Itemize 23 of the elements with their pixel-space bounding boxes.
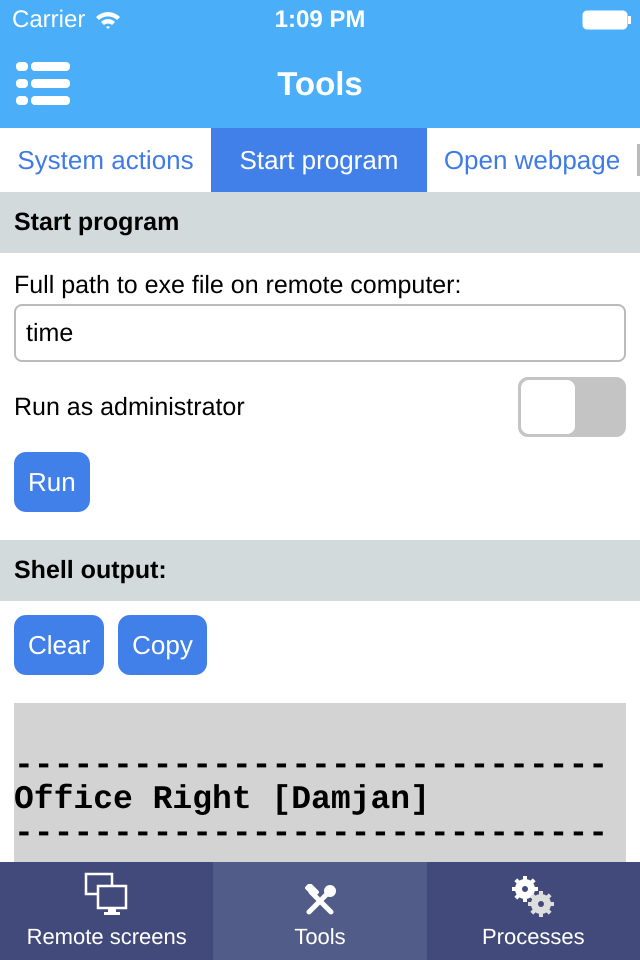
wifi-icon xyxy=(95,10,122,30)
tab[interactable]: Start program xyxy=(211,128,427,192)
output-line: Office Right [Damjan] xyxy=(14,783,431,817)
output-button[interactable]: Clear xyxy=(14,615,104,675)
menu-icon xyxy=(16,62,70,106)
output-line: ------------------------------ xyxy=(14,749,610,783)
section-header: Start program xyxy=(0,192,640,253)
screen-title: Tools xyxy=(277,65,363,103)
gears-icon xyxy=(510,874,556,918)
field-label: Full path to exe file on remote computer: xyxy=(14,271,462,300)
monitors-icon xyxy=(84,872,130,918)
run-button[interactable]: Run xyxy=(14,452,90,512)
admin-toggle[interactable] xyxy=(518,377,626,437)
output-line: ------------------------------ xyxy=(14,817,610,851)
path-input-field[interactable]: time xyxy=(14,304,626,362)
toggle-label: Run as administrator xyxy=(14,392,245,422)
carrier-label: Carrier xyxy=(12,6,86,34)
menu-button[interactable] xyxy=(16,62,70,106)
tab-bar-item[interactable]: Tools xyxy=(213,862,427,960)
battery-icon xyxy=(582,10,632,30)
section-header: Shell output: xyxy=(0,540,640,601)
output-button[interactable]: Copy xyxy=(118,615,207,675)
clock-time: 1:09 PM xyxy=(274,6,366,33)
